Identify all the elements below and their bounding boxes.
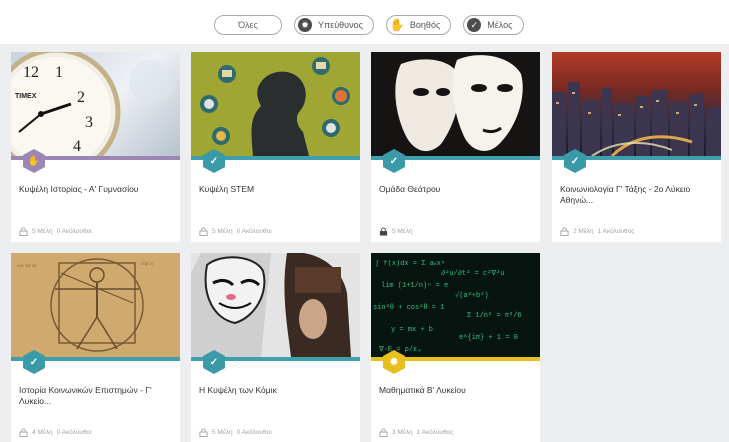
svg-text:2: 2 bbox=[77, 89, 85, 106]
members-count: 2 Μέλη bbox=[573, 228, 594, 235]
card-title: Ομάδα Θεάτρου bbox=[379, 184, 441, 194]
lock-icon bbox=[199, 227, 208, 236]
svg-text:e^{iπ} + 1 = 0: e^{iπ} + 1 = 0 bbox=[459, 333, 518, 342]
svg-text:∫ f(x)dx = Σ aₙxⁿ: ∫ f(x)dx = Σ aₙxⁿ bbox=[375, 260, 445, 268]
role-filters: Όλες ✹ Υπεύθυνος ✋ Βοηθός ✓ Μέλος bbox=[214, 15, 524, 35]
card-image-stem bbox=[191, 52, 360, 156]
svg-text:ɤɑɲ ɛɾ: ɤɑɲ ɛɾ bbox=[141, 262, 154, 267]
followers-count: 1 Ακόλουθος bbox=[416, 429, 454, 436]
filter-admin-label: Υπεύθυνος bbox=[318, 20, 363, 30]
svg-text:√(a²+b²): √(a²+b²) bbox=[455, 291, 489, 300]
filter-member-button[interactable]: ✓ Μέλος bbox=[463, 15, 524, 35]
members-count: 4 Μέλη bbox=[32, 429, 53, 436]
filter-admin-button[interactable]: ✹ Υπεύθυνος bbox=[294, 15, 374, 35]
hive-card[interactable]: ✓ Κυψέλη STEM 5 Μέλη 0 Ακόλουθοι bbox=[191, 52, 360, 242]
card-image-comics bbox=[191, 253, 360, 357]
followers-count: 0 Ακόλουθοι bbox=[56, 429, 92, 436]
lock-icon bbox=[19, 428, 28, 437]
filter-bar: Όλες ✹ Υπεύθυνος ✋ Βοηθός ✓ Μέλος bbox=[0, 0, 729, 44]
card-meta: 5 Μέλη 0 Ακόλουθοι bbox=[199, 428, 272, 437]
card-meta: 5 Μέλη 0 Ακόλουθοι bbox=[199, 227, 272, 236]
hive-card[interactable]: 12 1 2 3 4 TIMEX ✋ Κυψέλη Ιστορίας - Α' … bbox=[11, 52, 180, 242]
filter-member-label: Μέλος bbox=[487, 20, 513, 30]
followers-count: 0 Ακόλουθοι bbox=[236, 228, 272, 235]
card-title: Κυψέλη Ιστορίας - Α' Γυμνασίου bbox=[19, 184, 139, 194]
lock-closed-icon bbox=[379, 227, 388, 236]
hive-card[interactable]: ɑɾɵ ɱɛ ɫɑ ɤɑɲ ɛɾ ✓ Ιστορία Κοινωνικών Επι… bbox=[11, 253, 180, 442]
hand-icon: ✋ bbox=[389, 18, 405, 32]
svg-text:sin²θ + cos²θ = 1: sin²θ + cos²θ = 1 bbox=[373, 304, 444, 312]
members-count: 3 Μέλη bbox=[392, 429, 413, 436]
card-meta: 5 Μέλη bbox=[379, 227, 413, 236]
card-title: Κυψέλη STEM bbox=[199, 184, 255, 194]
svg-text:12: 12 bbox=[23, 64, 39, 81]
check-icon: ✓ bbox=[467, 18, 482, 32]
card-title: Ιστορία Κοινωνικών Επιστημών - Γ' Λυκείο… bbox=[19, 385, 152, 406]
card-image-clock: 12 1 2 3 4 TIMEX bbox=[11, 52, 180, 156]
card-image-math: ∫ f(x)dx = Σ aₙxⁿ ∂²u/∂t² = c²∇²u lim (1… bbox=[371, 253, 540, 357]
filter-all-button[interactable]: Όλες bbox=[214, 15, 282, 35]
gear-icon: ✹ bbox=[298, 18, 312, 32]
members-count: 5 Μέλη bbox=[212, 429, 233, 436]
card-title: Η Κυψέλη των Κόμικ bbox=[199, 385, 277, 395]
members-count: 5 Μέλη bbox=[32, 228, 53, 235]
hive-card[interactable]: ✓ Η Κυψέλη των Κόμικ 5 Μέλη 0 Ακόλουθοι bbox=[191, 253, 360, 442]
lock-icon bbox=[379, 428, 388, 437]
hive-card[interactable]: ∫ f(x)dx = Σ aₙxⁿ ∂²u/∂t² = c²∇²u lim (1… bbox=[371, 253, 540, 442]
members-count: 5 Μέλη bbox=[212, 228, 233, 235]
filter-helper-button[interactable]: ✋ Βοηθός bbox=[385, 15, 452, 35]
lock-icon bbox=[560, 227, 569, 236]
members-count: 5 Μέλη bbox=[392, 228, 413, 235]
card-meta: 2 Μέλη 1 Ακόλουθος bbox=[560, 227, 634, 236]
card-meta: 4 Μέλη 0 Ακόλουθοι bbox=[19, 428, 92, 437]
filter-all-label: Όλες bbox=[238, 20, 258, 30]
svg-text:1: 1 bbox=[55, 64, 63, 81]
svg-text:TIMEX: TIMEX bbox=[15, 93, 37, 100]
hive-card[interactable]: ✓ Ομάδα Θεάτρου 5 Μέλη bbox=[371, 52, 540, 242]
card-meta: 3 Μέλη 1 Ακόλουθος bbox=[379, 428, 453, 437]
card-image-vitruvian: ɑɾɵ ɱɛ ɫɑ ɤɑɲ ɛɾ bbox=[11, 253, 180, 357]
hive-card[interactable]: ✓ Κοινωνιολογία Γ' Τάξης - 2ο Λύκειο Αθη… bbox=[552, 52, 721, 242]
filter-helper-label: Βοηθός bbox=[409, 20, 441, 30]
svg-text:y = mx + b: y = mx + b bbox=[391, 326, 433, 334]
card-meta: 5 Μέλη 0 Ακόλουθοι bbox=[19, 227, 92, 236]
followers-count: 0 Ακόλουθοι bbox=[56, 228, 92, 235]
card-title: Κοινωνιολογία Γ' Τάξης - 2ο Λύκειο Αθηνώ… bbox=[560, 184, 691, 205]
followers-count: 0 Ακόλουθοι bbox=[236, 429, 272, 436]
lock-icon bbox=[19, 227, 28, 236]
card-image-masks bbox=[371, 52, 540, 156]
svg-text:Σ 1/n² = π²/6: Σ 1/n² = π²/6 bbox=[467, 312, 522, 320]
svg-text:4: 4 bbox=[73, 138, 81, 155]
svg-text:ɑɾɵ ɱɛ ɫɑ: ɑɾɵ ɱɛ ɫɑ bbox=[17, 264, 37, 269]
lock-icon bbox=[199, 428, 208, 437]
card-image-city bbox=[552, 52, 721, 156]
followers-count: 1 Ακόλουθος bbox=[597, 228, 635, 235]
svg-text:lim (1+1/n)ⁿ = e: lim (1+1/n)ⁿ = e bbox=[381, 282, 448, 290]
svg-text:∂²u/∂t² = c²∇²u: ∂²u/∂t² = c²∇²u bbox=[441, 269, 505, 278]
card-title: Μαθηματικά Β' Λυκείου bbox=[379, 385, 466, 395]
svg-text:3: 3 bbox=[85, 114, 93, 131]
